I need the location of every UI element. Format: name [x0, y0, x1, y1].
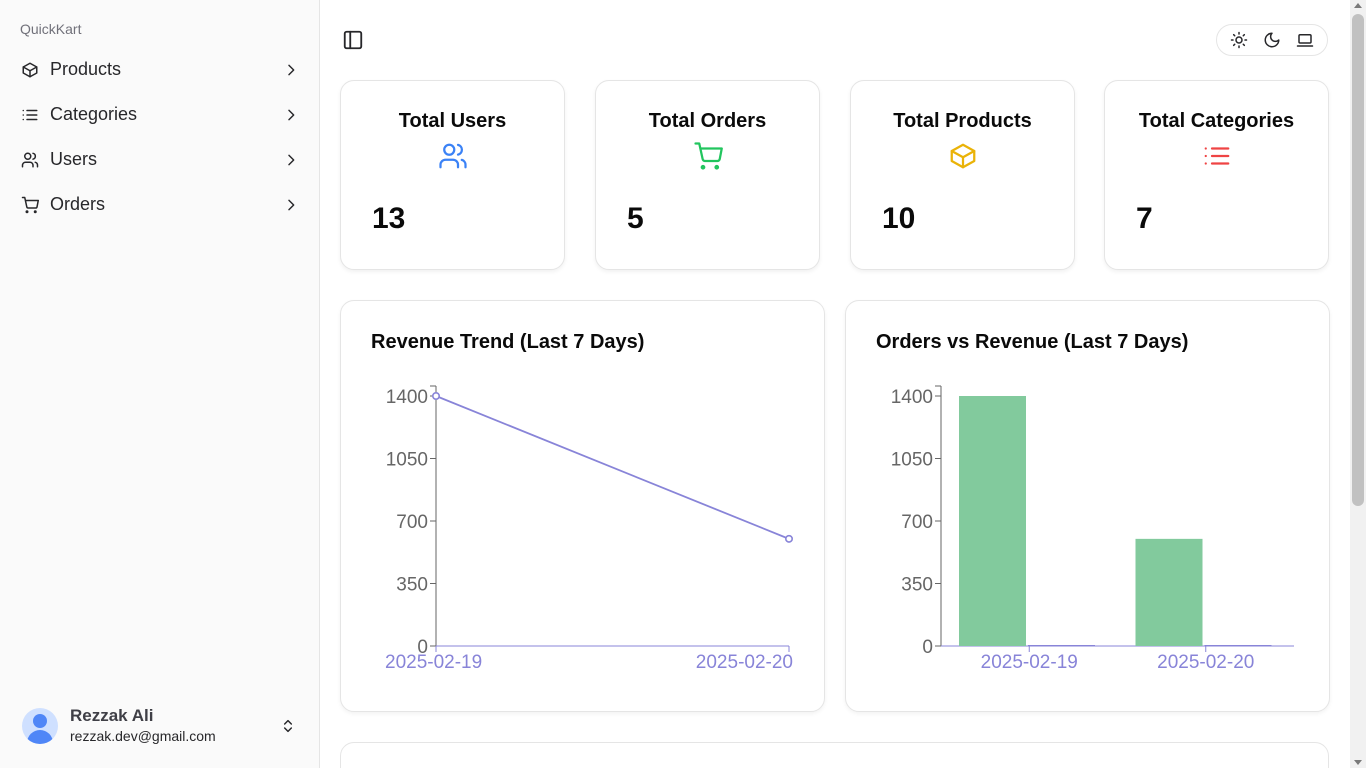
chevrons-up-down-icon [278, 716, 298, 736]
bar [959, 396, 1026, 646]
stat-title: Total Users [398, 110, 507, 132]
scrollbar-thumb[interactable] [1352, 14, 1364, 506]
sidebar-item-categories[interactable]: Categories [12, 92, 308, 137]
avatar [22, 708, 58, 744]
bar [1028, 645, 1095, 646]
chevron-right-icon [282, 61, 300, 79]
x-tick-label: 2025-02-20 [696, 652, 793, 673]
user-info: Rezzak Ali rezzak.dev@gmail.com [70, 706, 278, 746]
sidebar-nav: Products Categories Users Orders [12, 47, 308, 227]
revenue-line-chart: 0350700105014002025-02-19 2025-02-20 [385, 385, 793, 673]
stat-title: Total Orders [648, 110, 767, 132]
series-line [435, 395, 790, 540]
sun-icon[interactable] [1228, 29, 1250, 51]
list-icon [1201, 140, 1233, 172]
cart-icon [692, 140, 724, 172]
main-content: Total Users 13 Total Orders 5 Total Prod… [320, 0, 1350, 768]
orders-revenue-card: Orders vs Revenue (Last 7 Days) 0 350 700 1… [845, 300, 1330, 712]
stat-value: 7 [1136, 202, 1153, 235]
data-point [432, 392, 441, 401]
sidebar-item-label: Products [50, 59, 122, 79]
data-point [784, 534, 793, 543]
users-icon [437, 140, 469, 172]
chevron-right-icon [282, 151, 300, 169]
page-scrollbar[interactable] [1350, 0, 1366, 768]
y-tick-label: 350 [396, 575, 428, 596]
theme-switcher [1216, 24, 1328, 56]
y-tick-label: 350 [901, 575, 933, 596]
sidebar-item-products[interactable]: Products [12, 47, 308, 92]
x-tick-label: 2025-02-19 [981, 652, 1078, 673]
moon-icon[interactable] [1261, 29, 1283, 51]
stats-row: Total Users 13 Total Orders 5 Total Prod… [340, 80, 1329, 270]
stat-card-orders: Total Orders 5 [595, 80, 820, 270]
sidebar-item-users[interactable]: Users [12, 137, 308, 182]
cart-icon [20, 195, 40, 215]
stat-title: Total Products [893, 110, 1032, 132]
user-name: Rezzak Ali [70, 706, 154, 725]
app: QuickKart Products Categories Users Orde… [0, 0, 1366, 768]
bar [1135, 538, 1203, 646]
sidebar: QuickKart Products Categories Users Orde… [0, 0, 320, 768]
scroll-down-arrow[interactable] [1354, 760, 1362, 765]
stat-title: Total Categories [1138, 110, 1295, 132]
sidebar-item-label: Orders [50, 194, 106, 214]
bar [1204, 645, 1272, 646]
stat-value: 13 [372, 202, 406, 235]
y-tick-label: 700 [396, 512, 428, 533]
box-icon [947, 140, 979, 172]
sidebar-item-orders[interactable]: Orders [12, 182, 308, 227]
y-tick-label: 1400 [891, 387, 933, 408]
user-menu[interactable]: Rezzak Ali rezzak.dev@gmail.com [12, 698, 308, 754]
user-email: rezzak.dev@gmail.com [70, 728, 216, 744]
y-tick-label: 1400 [386, 387, 428, 408]
bottom-card [340, 742, 1329, 768]
revenue-trend-card: Revenue Trend (Last 7 Days) 0 350 700 1050 1… [340, 300, 825, 712]
stat-card-categories: Total Categories 7 [1104, 80, 1329, 270]
sidebar-item-label: Categories [50, 104, 138, 124]
orders-revenue-bar-chart: 0 350 700 1050 1400 2025-02-19 2025-02-20 [891, 385, 1294, 673]
brand-name: QuickKart [20, 21, 82, 37]
x-tick-label: 2025-02-19 [385, 652, 482, 673]
chevron-right-icon [282, 106, 300, 124]
laptop-icon[interactable] [1294, 29, 1316, 51]
y-tick-label: 1050 [891, 450, 933, 471]
x-tick-label: 2025-02-20 [1157, 652, 1254, 673]
scroll-up-arrow[interactable] [1354, 3, 1362, 8]
box-icon [20, 60, 40, 80]
stat-card-products: Total Products 10 [850, 80, 1075, 270]
users-icon [20, 150, 40, 170]
y-tick-label: 700 [901, 512, 933, 533]
stat-value: 10 [882, 202, 916, 235]
sidebar-toggle-icon[interactable] [342, 29, 364, 51]
list-icon [20, 105, 40, 125]
stat-card-users: Total Users 13 [340, 80, 565, 270]
stat-value: 5 [627, 202, 644, 235]
y-tick-label: 1050 [386, 450, 428, 471]
chevron-right-icon [282, 196, 300, 214]
sidebar-item-label: Users [50, 149, 98, 169]
y-tick-label: 0 [922, 637, 933, 658]
